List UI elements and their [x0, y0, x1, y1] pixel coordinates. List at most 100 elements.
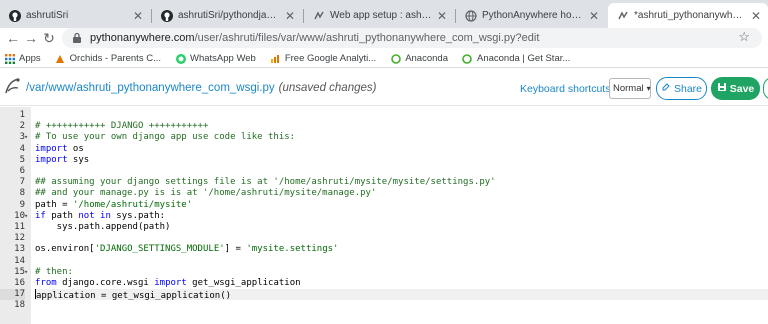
bookmark-label: Orchids - Parents C... [69, 53, 161, 64]
line-number: 10 [14, 210, 25, 221]
code-line[interactable]: 16 from django.core.wsgi import get_wsgi_… [0, 278, 768, 289]
keyboard-shortcuts-link[interactable]: Keyboard shortcuts: [520, 83, 613, 95]
line-number: 1 [19, 110, 25, 120]
code-text: ## assuming your django settings file is… [35, 177, 496, 188]
line-number: 11 [14, 222, 25, 232]
save-label: Save [729, 82, 755, 95]
code-text: os.environ['DJANGO_SETTINGS_MODULE'] = '… [35, 244, 339, 255]
close-tab-icon[interactable]: ✕ [132, 9, 144, 23]
line-number: 12 [14, 233, 25, 244]
bookmark-label: WhatsApp Web [190, 53, 256, 64]
bookmark-label: Anaconda | Get Star... [476, 53, 571, 64]
code-text: # +++++++++++ DJANGO +++++++++++ [35, 121, 209, 132]
address-bar[interactable]: pythonanywhere.com/user/ashruti/files/va… [62, 28, 762, 48]
save-and-reload-button[interactable] [763, 77, 768, 100]
code-line[interactable]: 5 import sys [0, 155, 768, 166]
back-arrow-icon[interactable]: ← [4, 29, 22, 47]
forward-arrow-icon[interactable]: → [22, 29, 40, 47]
bookmark-apps[interactable]: Apps [4, 53, 41, 64]
line-number: 15 [14, 266, 25, 277]
code-line[interactable]: 3 ▾ # To use your own django app use code … [0, 132, 768, 143]
tab-title: Web app setup : ashruti : Pyth [330, 10, 432, 21]
tab-wsgi-file[interactable]: *ashruti_pythonanywhere_com ✕ [608, 3, 768, 28]
code-line[interactable]: 14 [0, 256, 768, 267]
code-line[interactable]: 7 ## assuming your django settings file i… [0, 177, 768, 188]
bookmarks-bar: Apps Orchids - Parents C... WhatsApp Web… [0, 50, 768, 68]
save-icon [717, 82, 727, 95]
code-line[interactable]: 1 [0, 110, 768, 121]
fold-arrow-icon[interactable]: ▾ [24, 211, 31, 222]
code-text: ## and your manage.py is is at '/home/as… [35, 188, 377, 199]
bookmark-label: Free Google Analyti... [284, 53, 377, 64]
whatsapp-icon [175, 53, 186, 64]
pythonanywhere-icon [616, 9, 629, 22]
line-number: 7 [19, 177, 25, 188]
fold-arrow-icon[interactable]: ▾ [24, 132, 31, 143]
tab-title: PythonAnywhere hosted web a [482, 10, 584, 21]
analytics-icon [270, 53, 281, 64]
url-host: pythonanywhere.com [90, 32, 195, 44]
tab-title: ashrutiSri [26, 10, 69, 21]
anaconda-icon [390, 53, 401, 64]
code-editor[interactable]: 1 2 # +++++++++++ DJANGO +++++++++++ 3 ▾ # To… [0, 107, 768, 324]
tab-github-repo[interactable]: ashrutiSri/pythondjango: Djan ✕ [152, 3, 302, 28]
keyboard-mode-select[interactable]: Normal ▾ [609, 78, 651, 99]
close-tab-icon[interactable]: ✕ [588, 9, 600, 23]
globe-icon [464, 9, 477, 22]
bookmark-whatsapp[interactable]: WhatsApp Web [175, 53, 256, 64]
code-line[interactable]: 18 [0, 300, 768, 311]
orchids-icon [55, 53, 66, 64]
save-button[interactable]: Save [711, 77, 760, 100]
share-button[interactable]: Share [656, 77, 707, 100]
reload-icon[interactable]: ↻ [40, 29, 58, 47]
bookmark-label: Anaconda [405, 53, 448, 64]
code-text: from django.core.wsgi import get_wsgi_ap… [35, 278, 301, 288]
bookmark-anaconda-get-started[interactable]: Anaconda | Get Star... [462, 53, 570, 64]
code-line[interactable]: 10 ▾ if path not in sys.path: [0, 211, 768, 222]
bookmark-anaconda[interactable]: Anaconda [390, 53, 448, 64]
code-line[interactable]: 6 [0, 166, 768, 177]
fold-arrow-icon[interactable]: ▾ [24, 267, 31, 278]
line-number: 14 [14, 255, 25, 266]
bookmark-orchids[interactable]: Orchids - Parents C... [55, 53, 161, 64]
close-tab-icon[interactable]: ✕ [750, 9, 762, 23]
code-line[interactable]: 15 ▾ # then: [0, 267, 768, 278]
code-text: import sys [35, 154, 90, 165]
tab-github-profile[interactable]: ashrutiSri ✕ [0, 3, 150, 28]
line-number: 6 [19, 166, 25, 176]
line-number: 8 [19, 188, 25, 199]
pythonanywhere-logo-icon[interactable] [4, 76, 22, 96]
bookmark-star-icon[interactable]: ☆ [738, 29, 750, 45]
line-number: 5 [19, 154, 25, 165]
line-number: 4 [19, 143, 25, 154]
file-path-link[interactable]: /var/www/ashruti_pythonanywhere_com_wsgi… [26, 82, 275, 94]
line-number: 3 [19, 132, 25, 143]
lock-icon [72, 32, 82, 44]
code-line[interactable]: 12 [0, 233, 768, 244]
tab-title: ashrutiSri/pythondjango: Djan [178, 10, 280, 21]
code-line[interactable]: 2 # +++++++++++ DJANGO +++++++++++ [0, 121, 768, 132]
line-number: 18 [14, 300, 25, 311]
code-line[interactable]: 4 import os [0, 144, 768, 155]
text-cursor [35, 289, 36, 300]
chevron-down-icon: ▾ [646, 84, 651, 93]
code-line[interactable]: 11 sys.path.append(path) [0, 222, 768, 233]
bookmark-google-analytics[interactable]: Free Google Analyti... [270, 53, 376, 64]
bookmark-label: Apps [19, 53, 41, 64]
url-path: /user/ashruti/files/var/www/ashruti_pyth… [194, 32, 540, 44]
code-line[interactable]: 8 ## and your manage.py is is at '/home/a… [0, 188, 768, 199]
anaconda-icon [462, 53, 473, 64]
share-icon [661, 82, 671, 95]
tab-hosted-web-app[interactable]: PythonAnywhere hosted web a ✕ [456, 3, 606, 28]
share-label: Share [673, 82, 703, 95]
code-line[interactable]: 17 application = get_wsgi_application() [0, 289, 768, 301]
close-tab-icon[interactable]: ✕ [436, 9, 448, 23]
tab-web-app-setup[interactable]: Web app setup : ashruti : Pyth ✕ [304, 3, 454, 28]
code-text: application = get_wsgi_application() [35, 289, 768, 301]
close-tab-icon[interactable]: ✕ [284, 9, 296, 23]
code-line[interactable]: 13 os.environ['DJANGO_SETTINGS_MODULE'] =… [0, 244, 768, 255]
code-line[interactable]: 9 path = '/home/ashruti/mysite' [0, 200, 768, 211]
line-number: 17 [0, 289, 25, 301]
